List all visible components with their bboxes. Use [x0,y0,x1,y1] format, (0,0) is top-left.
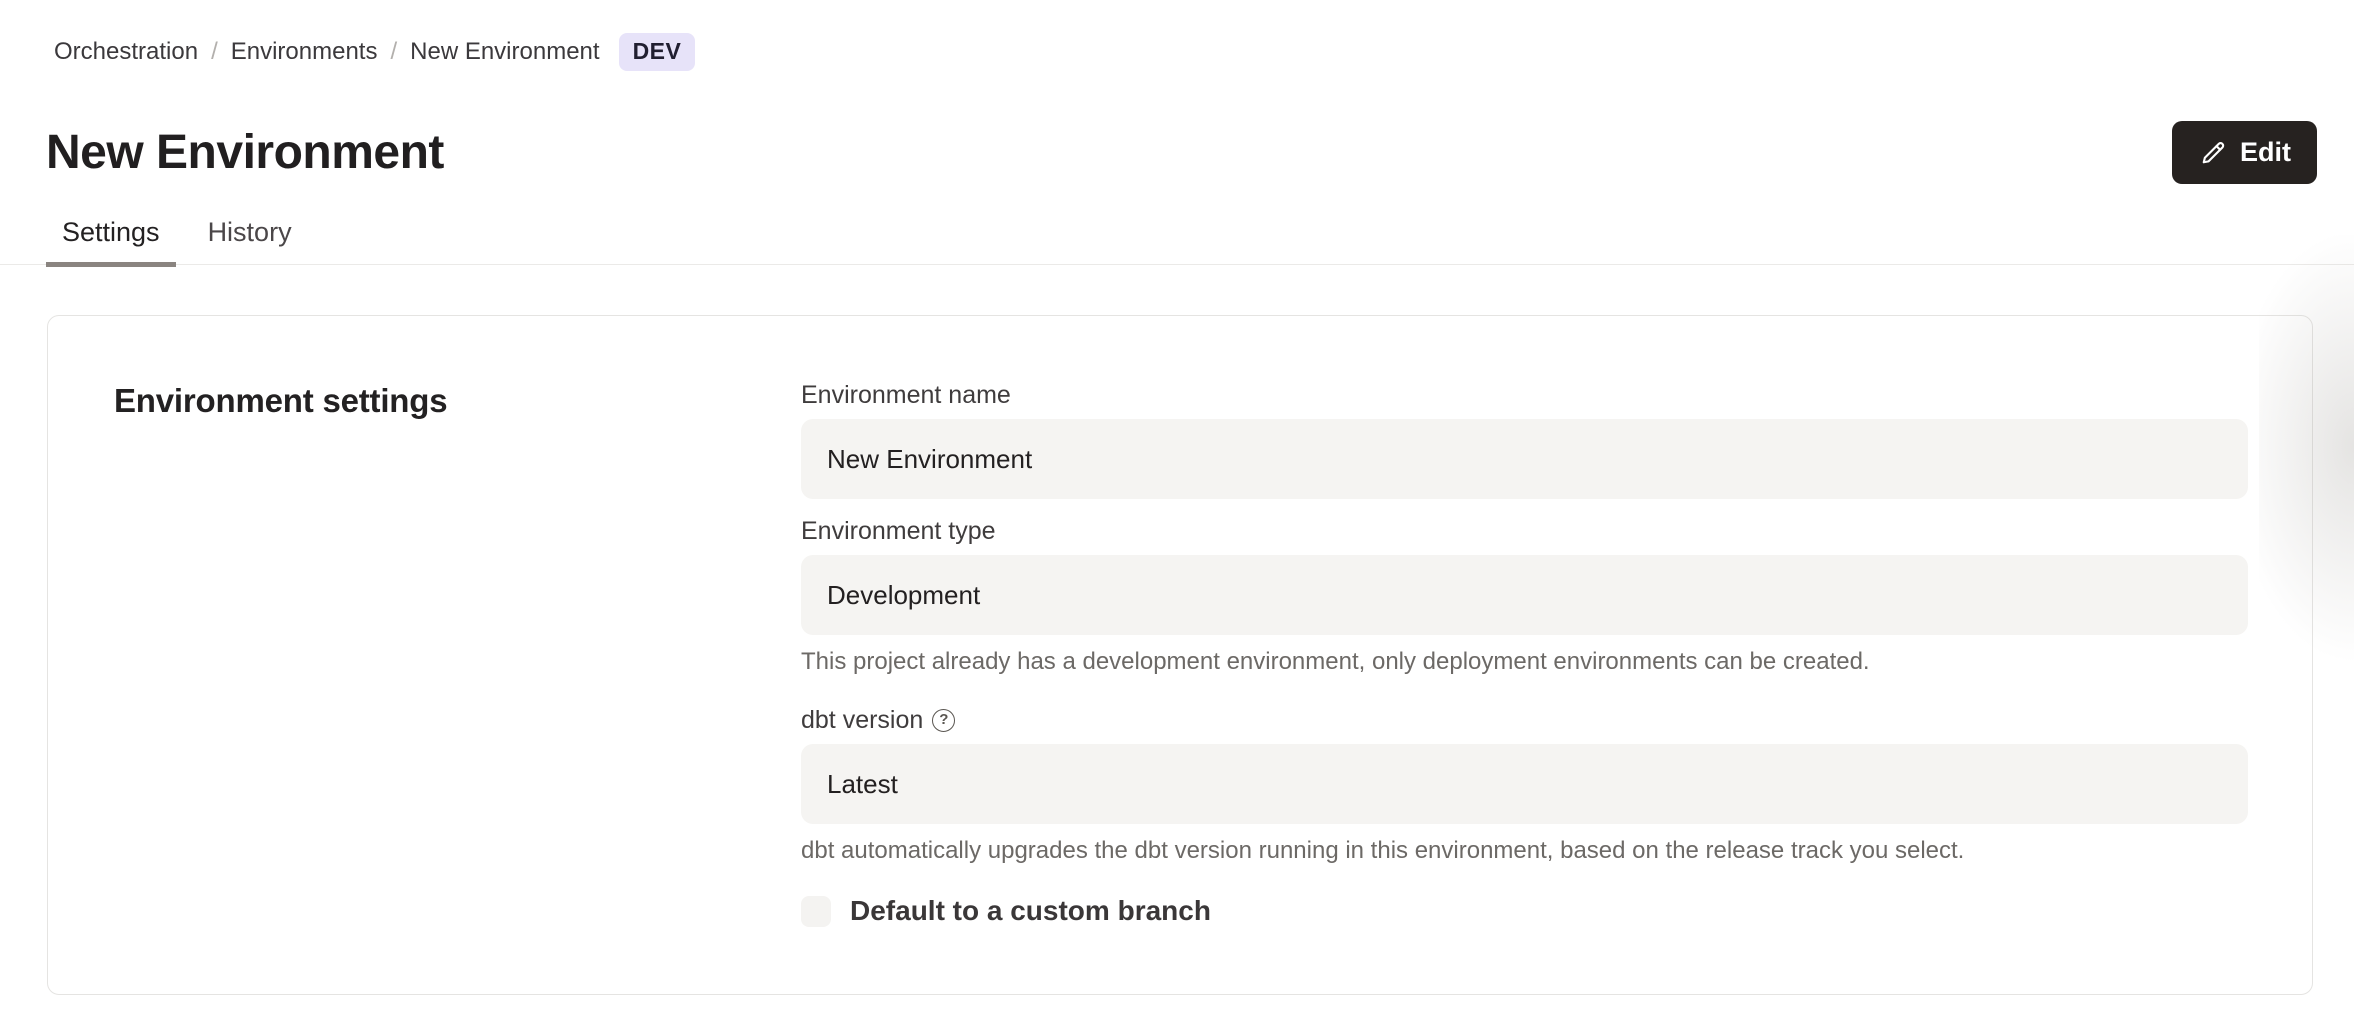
environment-type-label: Environment type [801,516,2248,546]
card-left-column: Environment settings [48,316,801,994]
breadcrumb-environments[interactable]: Environments [231,38,378,66]
tab-bar: Settings History [0,184,2354,265]
custom-branch-checkbox[interactable] [801,896,831,927]
environment-name-label-text: Environment name [801,380,1011,410]
environment-name-group: Environment name New Environment [801,380,2248,499]
section-heading: Environment settings [114,382,801,420]
dbt-version-label-text: dbt version [801,705,923,735]
dbt-version-value: Latest [827,769,898,800]
environment-settings-page: Orchestration / Environments / New Envir… [0,0,2354,1020]
breadcrumb-separator: / [211,38,218,66]
edit-button[interactable]: Edit [2172,121,2317,184]
environment-settings-form: Environment name New Environment Environ… [801,316,2312,994]
breadcrumb: Orchestration / Environments / New Envir… [0,0,2354,71]
environment-settings-card: Environment settings Environment name Ne… [47,315,2313,995]
custom-branch-row: Default to a custom branch [801,895,2248,927]
dbt-version-label: dbt version ? [801,705,2248,735]
environment-type-group: Environment type Development This projec… [801,516,2248,676]
help-icon[interactable]: ? [932,709,955,732]
dbt-version-helper: dbt automatically upgrades the dbt versi… [801,837,2248,865]
tab-history[interactable]: History [192,217,308,267]
environment-type-select[interactable]: Development [801,555,2248,635]
dev-badge: DEV [619,33,696,71]
page-title: New Environment [46,125,444,180]
pencil-icon [2198,138,2228,168]
title-row: New Environment Edit [0,71,2354,184]
environment-name-label: Environment name [801,380,2248,410]
tab-settings[interactable]: Settings [46,217,176,267]
environment-type-value: Development [827,580,980,611]
custom-branch-label: Default to a custom branch [850,895,1211,927]
environment-type-helper: This project already has a development e… [801,648,2248,676]
dbt-version-select[interactable]: Latest [801,744,2248,824]
breadcrumb-new-environment[interactable]: New Environment [410,38,599,66]
edit-button-label: Edit [2240,137,2291,168]
breadcrumb-orchestration[interactable]: Orchestration [54,38,198,66]
environment-type-label-text: Environment type [801,516,996,546]
breadcrumb-separator: / [390,38,397,66]
environment-name-value: New Environment [827,444,1032,475]
dbt-version-group: dbt version ? Latest dbt automatically u… [801,705,2248,865]
environment-name-input[interactable]: New Environment [801,419,2248,499]
